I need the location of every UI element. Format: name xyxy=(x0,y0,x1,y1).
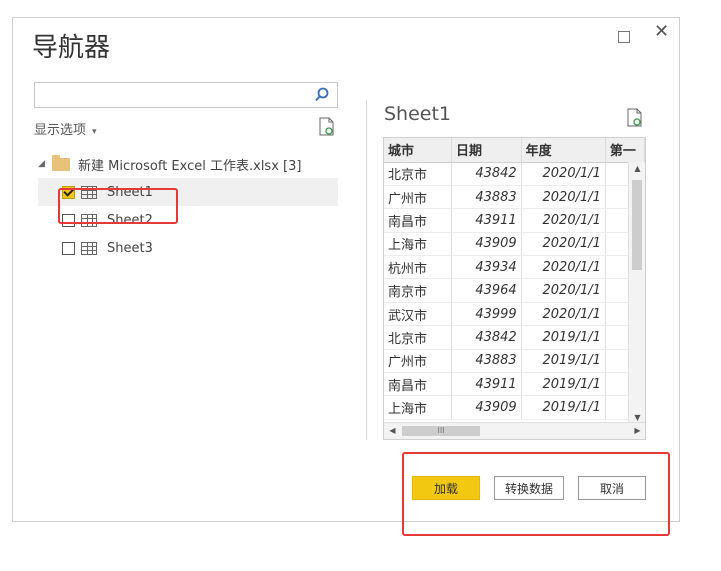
table-cell: 43999 xyxy=(451,302,522,327)
pane-divider xyxy=(366,100,367,440)
refresh-icon[interactable] xyxy=(626,108,644,128)
table-cell: 2020/1/1 xyxy=(521,162,606,186)
highlight-sheet1 xyxy=(58,188,178,224)
table-cell: 43842 xyxy=(451,162,522,186)
table-row[interactable]: 北京市 43842 2020/1/1 xyxy=(384,162,645,186)
table-cell: 2020/1/1 xyxy=(521,185,606,210)
table-cell: 南昌市 xyxy=(384,208,453,233)
column-header[interactable]: 城市 xyxy=(384,138,453,163)
table-cell: 武汉市 xyxy=(384,302,453,327)
tree-item-sheet3[interactable]: Sheet3 xyxy=(38,234,338,262)
dialog-title: 导航器 xyxy=(32,33,111,63)
table-row[interactable]: 北京市 43842 2019/1/1 xyxy=(384,325,645,350)
table-row[interactable]: 广州市 43883 2019/1/1 xyxy=(384,349,645,374)
table-cell: 43911 xyxy=(451,372,522,397)
horizontal-scrollbar[interactable]: ◀ III ▶ xyxy=(384,422,645,439)
table-cell: 43911 xyxy=(451,208,522,233)
column-header[interactable]: 年度 xyxy=(521,138,606,163)
table-cell: 2019/1/1 xyxy=(521,395,606,420)
vertical-scrollbar[interactable]: ▲ ▼ xyxy=(628,162,645,424)
column-header[interactable]: 日期 xyxy=(451,138,522,163)
search-input[interactable] xyxy=(34,82,338,108)
load-button[interactable]: 加载 xyxy=(412,476,480,500)
table-row[interactable]: 上海市 43909 2019/1/1 xyxy=(384,395,645,420)
table-cell: 2020/1/1 xyxy=(521,255,606,280)
preview-table[interactable]: 城市 日期 年度 第一 北京市 43842 2020/1/1 广州市 43883 2020… xyxy=(383,137,646,440)
refresh-icon[interactable] xyxy=(318,117,336,137)
scroll-up-icon[interactable]: ▲ xyxy=(629,164,645,173)
table-cell: 广州市 xyxy=(384,185,453,210)
table-cell: 南京市 xyxy=(384,278,453,303)
table-cell: 2019/1/1 xyxy=(521,325,606,350)
table-row[interactable]: 上海市 43909 2020/1/1 xyxy=(384,232,645,257)
table-cell: 43909 xyxy=(451,395,522,420)
table-cell: 43934 xyxy=(451,255,522,280)
scroll-down-icon[interactable]: ▼ xyxy=(629,413,645,422)
table-cell: 南昌市 xyxy=(384,372,453,397)
table-cell: 上海市 xyxy=(384,395,453,420)
folder-icon xyxy=(52,154,70,171)
scroll-thumb[interactable]: III xyxy=(402,426,480,436)
table-row[interactable]: 广州市 43883 2020/1/1 xyxy=(384,185,645,210)
table-row[interactable]: 南昌市 43911 2019/1/1 xyxy=(384,372,645,397)
table-cell: 2020/1/1 xyxy=(521,278,606,303)
table-header-row: 城市 日期 年度 第一 xyxy=(384,138,645,163)
table-cell: 北京市 xyxy=(384,325,453,350)
table-row[interactable]: 南京市 43964 2020/1/1 xyxy=(384,278,645,303)
cancel-button[interactable]: 取消 xyxy=(578,476,646,500)
close-icon[interactable]: ✕ xyxy=(654,23,669,41)
scroll-left-icon[interactable]: ◀ xyxy=(384,426,401,435)
table-row[interactable]: 南昌市 43911 2020/1/1 xyxy=(384,208,645,233)
scroll-thumb[interactable] xyxy=(632,180,642,270)
table-cell: 43964 xyxy=(451,278,522,303)
sheet-label: Sheet3 xyxy=(107,240,153,256)
table-cell: 43842 xyxy=(451,325,522,350)
table-row[interactable]: 杭州市 43934 2020/1/1 xyxy=(384,255,645,280)
table-cell: 2019/1/1 xyxy=(521,349,606,374)
column-header[interactable]: 第一 xyxy=(605,138,645,163)
transform-data-button[interactable]: 转换数据 xyxy=(494,476,564,500)
table-cell: 北京市 xyxy=(384,162,453,186)
workbook-label: 新建 Microsoft Excel 工作表.xlsx [3] xyxy=(78,158,302,174)
table-cell: 2020/1/1 xyxy=(521,232,606,257)
tree-item-workbook[interactable]: ◢ 新建 Microsoft Excel 工作表.xlsx [3] xyxy=(38,150,338,178)
scroll-right-icon[interactable]: ▶ xyxy=(629,426,645,435)
table-cell: 43883 xyxy=(451,185,522,210)
table-cell: 广州市 xyxy=(384,349,453,374)
table-cell: 2019/1/1 xyxy=(521,372,606,397)
sheet3-checkbox[interactable] xyxy=(62,241,75,255)
collapse-icon[interactable]: ◢ xyxy=(38,159,50,169)
table-cell: 2020/1/1 xyxy=(521,302,606,327)
search-icon[interactable] xyxy=(313,86,331,104)
display-options-dropdown[interactable]: 显示选项 ▾ xyxy=(34,119,97,138)
table-cell: 杭州市 xyxy=(384,255,453,280)
table-cell: 43909 xyxy=(451,232,522,257)
table-cell: 43883 xyxy=(451,349,522,374)
table-icon xyxy=(81,241,97,255)
display-options-label: 显示选项 xyxy=(34,123,87,138)
table-cell: 上海市 xyxy=(384,232,453,257)
table-cell: 2020/1/1 xyxy=(521,208,606,233)
chevron-down-icon: ▾ xyxy=(92,127,97,137)
table-row[interactable]: 武汉市 43999 2020/1/1 xyxy=(384,302,645,327)
maximize-icon[interactable] xyxy=(618,31,630,43)
preview-title: Sheet1 xyxy=(384,103,452,125)
